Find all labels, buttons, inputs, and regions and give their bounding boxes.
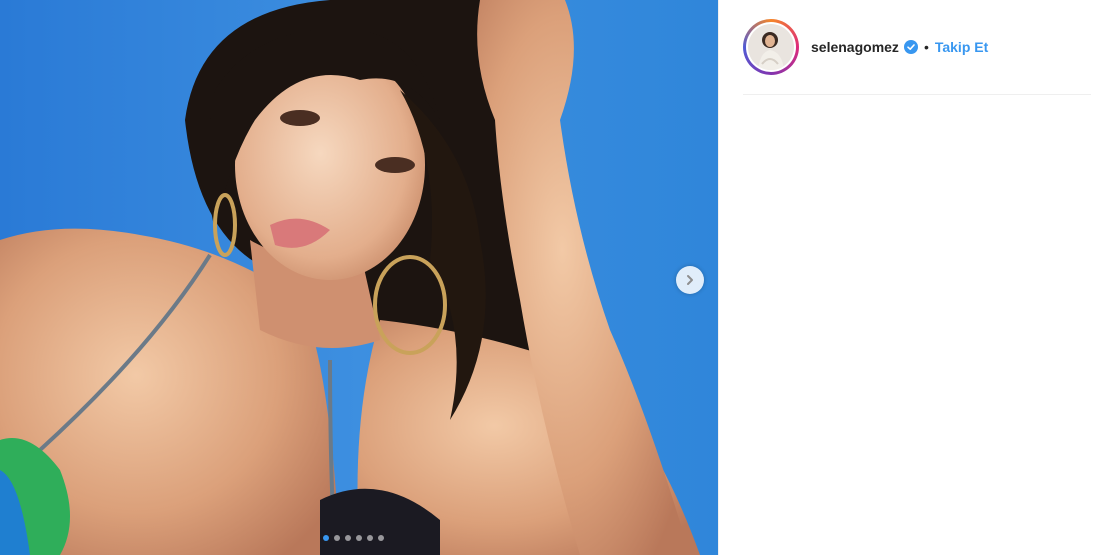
separator-dot: •	[923, 39, 929, 55]
post-sidebar: selenagomez • Takip Et	[718, 0, 1105, 555]
post-header: selenagomez • Takip Et	[743, 16, 1091, 95]
chevron-right-icon	[687, 275, 693, 285]
carousel-dot	[334, 535, 340, 541]
next-slide-button[interactable]	[676, 266, 704, 294]
carousel-dot	[356, 535, 362, 541]
post-photo	[0, 0, 718, 555]
instagram-post: selenagomez • Takip Et	[0, 0, 1105, 555]
carousel-indicator	[323, 535, 384, 541]
carousel-dot	[378, 535, 384, 541]
follow-button[interactable]: Takip Et	[935, 39, 988, 55]
avatar	[748, 24, 794, 70]
username-link[interactable]: selenagomez	[811, 39, 899, 55]
carousel-dot	[323, 535, 329, 541]
carousel-dot	[367, 535, 373, 541]
carousel-dot	[345, 535, 351, 541]
verified-badge-icon	[903, 40, 918, 54]
story-ring[interactable]	[743, 19, 799, 75]
post-media[interactable]	[0, 0, 718, 555]
